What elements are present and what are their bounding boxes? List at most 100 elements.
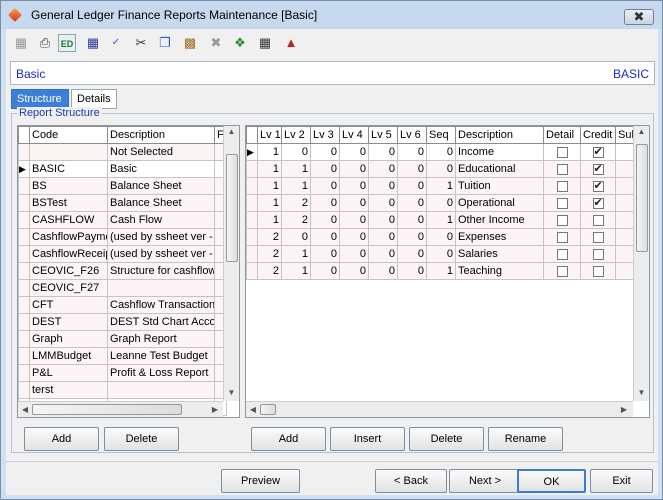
row-selector[interactable]: ▶ <box>246 143 258 161</box>
credit-checkbox[interactable] <box>592 265 604 277</box>
scroll-up-icon[interactable]: ▲ <box>634 127 649 136</box>
level-3-cell[interactable]: 0 <box>310 143 340 161</box>
row-selector[interactable] <box>18 143 30 161</box>
row-selector[interactable] <box>18 262 30 280</box>
description-cell[interactable]: Balance Sheet <box>107 177 215 195</box>
row-selector[interactable] <box>18 228 30 246</box>
row-selector[interactable] <box>246 211 258 229</box>
detail-checkbox[interactable] <box>556 180 568 192</box>
horizontal-scroll-thumb[interactable] <box>260 404 276 415</box>
code-cell[interactable]: BASIC <box>29 160 108 178</box>
code-cell[interactable]: BS <box>29 177 108 195</box>
table-row[interactable]: 1 2 0 0 0 0 1 Other Income <box>246 211 636 229</box>
code-cell[interactable]: BSTest <box>29 194 108 212</box>
scroll-right-icon[interactable]: ▶ <box>619 405 629 414</box>
table-row[interactable]: P&L Profit & Loss Report <box>18 364 227 382</box>
row-selector[interactable] <box>18 313 30 331</box>
table-row[interactable]: CASHFLOW Cash Flow <box>18 211 227 229</box>
code-cell[interactable]: LMMBudget <box>29 347 108 365</box>
code-cell[interactable] <box>29 143 108 161</box>
credit-checkbox[interactable] <box>592 196 604 209</box>
level-6-cell[interactable]: 0 <box>397 228 427 246</box>
credit-checkbox[interactable] <box>592 248 604 260</box>
row-selector[interactable] <box>18 211 30 229</box>
column-header-lv4[interactable]: Lv 4 <box>339 126 369 144</box>
vertical-scroll-thumb[interactable] <box>636 144 648 252</box>
tree-icon[interactable]: ❖ <box>231 34 249 52</box>
level-5-cell[interactable]: 0 <box>368 228 398 246</box>
column-header-description[interactable]: Description <box>107 126 215 144</box>
column-header-lv1[interactable]: Lv 1 <box>257 126 282 144</box>
level-2-cell[interactable]: 1 <box>281 262 311 280</box>
line-description-cell[interactable]: Expenses <box>455 228 544 246</box>
column-header-lv6[interactable]: Lv 6 <box>397 126 427 144</box>
row-selector[interactable] <box>18 364 30 382</box>
level-4-cell[interactable]: 0 <box>339 160 369 178</box>
row-selector[interactable] <box>246 194 258 212</box>
row-selector[interactable] <box>18 194 30 212</box>
structure-lines-vertical-scrollbar[interactable]: ▲ ▼ <box>633 126 649 401</box>
level-4-cell[interactable]: 0 <box>339 177 369 195</box>
paste-icon[interactable]: ▩ <box>181 34 199 52</box>
level-3-cell[interactable]: 0 <box>310 245 340 263</box>
code-cell[interactable]: CASHFLOW <box>29 211 108 229</box>
row-selector[interactable] <box>246 245 258 263</box>
add-report-button[interactable]: Add <box>24 427 99 451</box>
structure-lines-horizontal-scrollbar[interactable]: ◀ ▶ <box>246 401 633 417</box>
description-cell[interactable]: Balance Sheet <box>107 194 215 212</box>
table-row[interactable]: CEOVIC_F27 <box>18 279 227 297</box>
level-5-cell[interactable]: 0 <box>368 211 398 229</box>
print-icon[interactable]: ⎙ <box>36 34 54 52</box>
row-selector[interactable] <box>246 228 258 246</box>
level-4-cell[interactable]: 0 <box>339 228 369 246</box>
description-cell[interactable] <box>107 381 215 399</box>
table-row[interactable]: 1 2 0 0 0 0 0 Operational <box>246 194 636 212</box>
scroll-up-icon[interactable]: ▲ <box>224 127 239 136</box>
description-cell[interactable]: Leanne Test Budget <box>107 347 215 365</box>
table-row[interactable]: 2 0 0 0 0 0 0 Expenses <box>246 228 636 246</box>
level-4-cell[interactable]: 0 <box>339 143 369 161</box>
line-description-cell[interactable]: Teaching <box>455 262 544 280</box>
next-button[interactable]: Next > <box>449 469 521 493</box>
level-1-cell[interactable]: 2 <box>257 245 282 263</box>
description-cell[interactable]: Not Selected <box>107 143 215 161</box>
table-row[interactable]: ▶ 1 0 0 0 0 0 0 Income <box>246 143 636 161</box>
line-description-cell[interactable]: Salaries <box>455 245 544 263</box>
report-list-horizontal-scrollbar[interactable]: ◀ ▶ <box>18 401 223 417</box>
credit-checkbox[interactable] <box>592 231 604 243</box>
level-1-cell[interactable]: 2 <box>257 262 282 280</box>
description-cell[interactable]: Cash Flow <box>107 211 215 229</box>
table-row[interactable]: LMMBudget Leanne Test Budget <box>18 347 227 365</box>
column-header-lv2[interactable]: Lv 2 <box>281 126 311 144</box>
level-4-cell[interactable]: 0 <box>339 211 369 229</box>
table-row[interactable]: Not Selected <box>18 143 227 161</box>
tab-details[interactable]: Details <box>71 89 117 109</box>
detail-checkbox[interactable] <box>556 248 568 260</box>
table-row[interactable]: 1 1 0 0 0 0 0 Educational <box>246 160 636 178</box>
level-2-cell[interactable]: 1 <box>281 245 311 263</box>
line-description-cell[interactable]: Tuition <box>455 177 544 195</box>
level-6-cell[interactable]: 0 <box>397 245 427 263</box>
seq-cell[interactable]: 1 <box>426 177 456 195</box>
back-button[interactable]: < Back <box>375 469 447 493</box>
copy-icon[interactable]: ❐ <box>156 34 174 52</box>
table-row[interactable]: CashflowReceip (used by ssheet ver - <box>18 245 227 263</box>
credit-checkbox[interactable] <box>592 179 604 192</box>
delete-icon[interactable]: ✖ <box>207 34 225 52</box>
export-icon[interactable]: ▲ <box>282 34 300 52</box>
row-selector[interactable] <box>18 245 30 263</box>
line-description-cell[interactable]: Operational <box>455 194 544 212</box>
exit-button[interactable]: Exit <box>590 469 653 493</box>
line-description-cell[interactable]: Income <box>455 143 544 161</box>
table-row[interactable]: Graph Graph Report <box>18 330 227 348</box>
level-4-cell[interactable]: 0 <box>339 194 369 212</box>
level-2-cell[interactable]: 1 <box>281 160 311 178</box>
column-header-seq[interactable]: Seq <box>426 126 456 144</box>
horizontal-scroll-thumb[interactable] <box>32 404 182 415</box>
spellcheck-icon[interactable]: ✓ <box>107 34 125 52</box>
level-2-cell[interactable]: 2 <box>281 211 311 229</box>
level-6-cell[interactable]: 0 <box>397 177 427 195</box>
column-header-code[interactable]: Code <box>29 126 108 144</box>
level-5-cell[interactable]: 0 <box>368 160 398 178</box>
description-cell[interactable]: (used by ssheet ver - <box>107 228 215 246</box>
